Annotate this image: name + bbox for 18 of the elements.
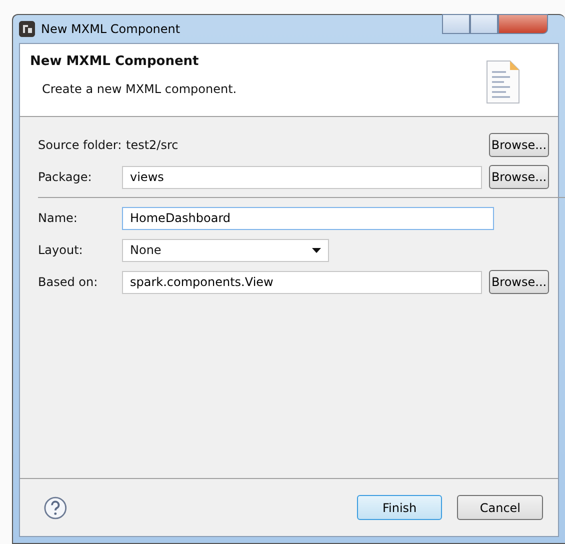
text-field[interactable]: spark.components.View <box>122 270 482 294</box>
window-title: New MXML Component <box>41 21 180 38</box>
field-label: Name: <box>38 210 78 227</box>
field-label: Based on: <box>38 274 99 291</box>
field-label: Package: <box>38 169 93 186</box>
text-field[interactable]: HomeDashboard <box>122 206 494 230</box>
browse-button[interactable]: Browse... <box>489 165 549 189</box>
dialog-button[interactable]: Finish <box>356 495 442 520</box>
field-label: Layout: <box>38 242 84 259</box>
text-field[interactable]: views <box>122 166 482 188</box>
field-label: Source folder: <box>38 137 122 154</box>
field-value: test2/src <box>125 137 180 154</box>
browse-button[interactable]: Browse... <box>488 133 549 157</box>
dialog-button[interactable]: Cancel <box>457 495 543 520</box>
layout-dropdown[interactable]: None <box>122 238 329 262</box>
browse-button[interactable]: Browse... <box>489 270 549 294</box>
dialog-description: Create a new MXML component. <box>42 80 237 98</box>
dialog-heading: New MXML Component <box>30 53 200 71</box>
